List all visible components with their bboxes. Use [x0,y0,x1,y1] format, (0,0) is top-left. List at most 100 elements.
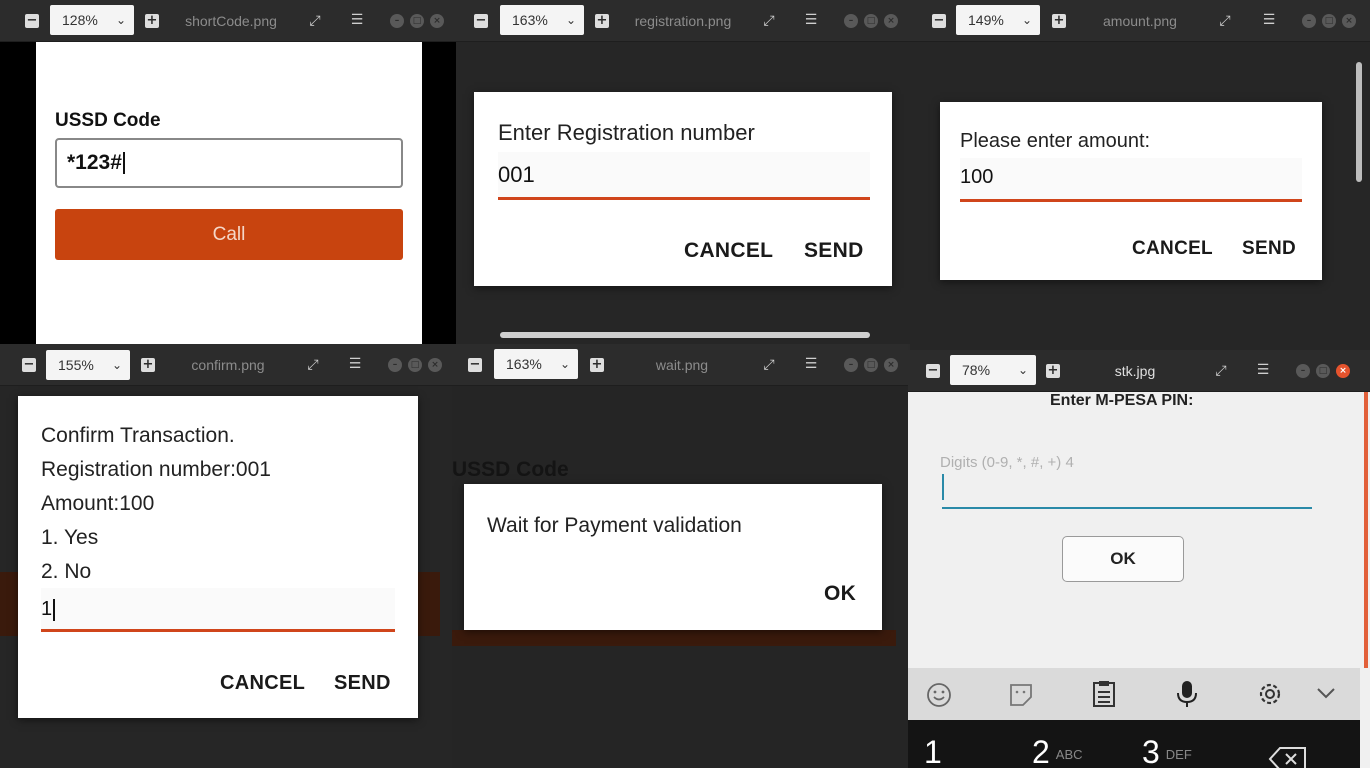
maximize-icon[interactable]: □ [864,358,878,372]
zoom-select[interactable]: 155% ⌄ [46,350,130,380]
ok-button[interactable]: OK [824,582,856,606]
input-underline [41,629,395,632]
close-icon[interactable]: × [428,358,442,372]
zoom-out-icon[interactable]: − [25,14,39,28]
call-button[interactable]: Call [55,209,403,260]
maximize-icon[interactable]: □ [410,14,424,28]
chevron-down-icon: ⌄ [1017,363,1028,377]
title-bar: − 163% ⌄ + wait.png ⤢ ☰ – □ × [452,344,908,386]
minimize-icon[interactable]: – [844,14,858,28]
emoji-icon[interactable] [926,682,952,708]
zoom-out-icon[interactable]: − [468,358,482,372]
ok-button[interactable]: OK [1062,536,1184,582]
registration-input[interactable] [498,152,870,198]
minimize-icon[interactable]: – [388,358,402,372]
stk-title: Enter M-PESA PIN: [1050,392,1194,409]
zoom-select[interactable]: 163% ⌄ [494,349,578,379]
dialog-title: Enter Registration number [498,120,755,145]
zoom-out-icon[interactable]: − [926,364,940,378]
zoom-in-icon[interactable]: + [1052,14,1066,28]
image-view: Enter Registration number 001 CANCEL SEN… [456,42,910,344]
scrollbar[interactable] [500,332,870,338]
menu-icon[interactable]: ☰ [1260,12,1278,28]
ussd-label: USSD Code [55,110,161,131]
fullscreen-icon[interactable]: ⤢ [1212,363,1230,379]
confirm-dialog: Confirm Transaction. Registration number… [18,396,418,718]
minimize-icon[interactable]: – [844,358,858,372]
minimize-icon[interactable]: – [1302,14,1316,28]
close-icon[interactable]: × [1336,364,1350,378]
close-icon[interactable]: × [1342,14,1356,28]
clipboard-icon[interactable] [1092,680,1116,708]
chevron-down-icon[interactable] [1316,686,1336,700]
wait-message: Wait for Payment validation [487,514,742,537]
key-letters: ABC [1055,747,1083,763]
cancel-button[interactable]: CANCEL [684,239,773,263]
fullscreen-icon[interactable]: ⤢ [306,13,324,29]
background-bar [452,630,896,646]
minimize-icon[interactable]: – [390,14,404,28]
sticker-icon[interactable] [1008,682,1034,708]
backspace-icon[interactable] [1268,746,1308,768]
zoom-in-icon[interactable]: + [590,358,604,372]
confirm-input[interactable] [41,588,395,630]
chevron-down-icon: ⌄ [565,13,576,27]
microphone-icon[interactable] [1176,680,1198,708]
minimize-icon[interactable]: – [1296,364,1310,378]
key-2[interactable]: 2 ABC [1032,734,1083,768]
fullscreen-icon[interactable]: ⤢ [304,357,322,373]
zoom-select[interactable]: 163% ⌄ [500,5,584,35]
registration-dialog: Enter Registration number 001 CANCEL SEN… [474,92,892,286]
maximize-icon[interactable]: □ [864,14,878,28]
scrollbar[interactable] [1356,62,1362,182]
menu-icon[interactable]: ☰ [1254,362,1272,378]
zoom-out-icon[interactable]: − [932,14,946,28]
key-letters: DEF [1165,747,1192,763]
pin-input[interactable] [942,472,1312,508]
zoom-in-icon[interactable]: + [1046,364,1060,378]
key-1[interactable]: 1 [924,734,942,768]
menu-icon[interactable]: ☰ [346,356,364,372]
zoom-in-icon[interactable]: + [141,358,155,372]
image-view: USSD Code *123# Call [0,42,456,344]
menu-icon[interactable]: ☰ [348,12,366,28]
zoom-out-icon[interactable]: − [474,14,488,28]
maximize-icon[interactable]: □ [1322,14,1336,28]
fullscreen-icon[interactable]: ⤢ [760,13,778,29]
zoom-out-icon[interactable]: − [22,358,36,372]
key-3[interactable]: 3 DEF [1142,734,1192,768]
close-icon[interactable]: × [884,14,898,28]
dialog-title: Please enter amount: [960,130,1151,152]
image-view: Please enter amount: 100 CANCEL SEND [910,42,1370,350]
menu-icon[interactable]: ☰ [802,12,820,28]
menu-icon[interactable]: ☰ [802,356,820,372]
send-button[interactable]: SEND [334,672,391,695]
pin-placeholder: Digits (0-9, *, #, +) 4 [940,454,1074,471]
number-keypad: 1 2 ABC 3 DEF [908,720,1360,768]
send-button[interactable]: SEND [1242,238,1296,260]
cancel-button[interactable]: CANCEL [220,672,305,695]
text-caret [53,598,56,621]
window-filename: wait.png [655,357,709,373]
text-caret [122,152,125,175]
amount-input[interactable] [960,158,1302,200]
zoom-select[interactable]: 78% ⌄ [950,355,1036,385]
image-view: USSD Code Wait for Payment validation OK [452,386,908,768]
close-icon[interactable]: × [430,14,444,28]
phone-screen [36,42,422,344]
send-button[interactable]: SEND [804,239,864,263]
fullscreen-icon[interactable]: ⤢ [760,357,778,373]
cancel-button[interactable]: CANCEL [1132,238,1213,260]
zoom-select[interactable]: 149% ⌄ [956,5,1040,35]
close-icon[interactable]: × [884,358,898,372]
settings-icon[interactable] [1256,680,1284,708]
fullscreen-icon[interactable]: ⤢ [1216,13,1234,29]
zoom-in-icon[interactable]: + [595,14,609,28]
maximize-icon[interactable]: □ [408,358,422,372]
zoom-value: 163% [512,12,548,28]
maximize-icon[interactable]: □ [1316,364,1330,378]
confirm-line-5: 2. No [41,560,92,583]
zoom-select[interactable]: 128% ⌄ [50,5,134,35]
zoom-in-icon[interactable]: + [145,14,159,28]
ussd-input[interactable]: *123# [55,138,403,188]
